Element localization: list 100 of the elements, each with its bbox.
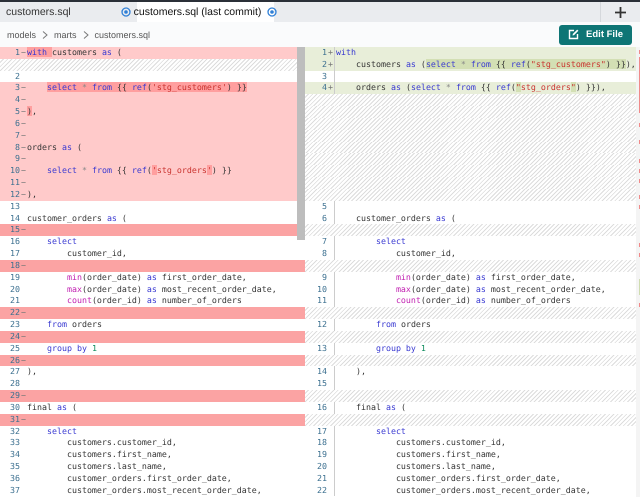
- line-number: 19: [316, 449, 327, 461]
- code-line: customer_orders as (: [27, 212, 127, 224]
- diff-sign: +: [328, 82, 333, 92]
- line-number: 4: [14, 94, 20, 106]
- line-number: 9: [14, 153, 20, 166]
- chevron-right-icon: [82, 30, 89, 38]
- breadcrumb-item[interactable]: marts: [54, 30, 77, 40]
- diff-sign: −: [21, 307, 26, 318]
- line-number: 17: [9, 248, 20, 260]
- code-line: customers.customer_id,: [394, 437, 506, 450]
- code-line: from orders: [374, 319, 431, 331]
- line-number: 1: [321, 47, 327, 59]
- diff-sign: −: [21, 94, 26, 104]
- line-number: 21: [9, 295, 20, 308]
- diff-sign: −: [21, 330, 26, 341]
- line-number: 35: [9, 460, 20, 473]
- line-number: 1: [14, 47, 20, 59]
- line-number: 28: [9, 378, 20, 390]
- line-number: 3: [14, 82, 20, 94]
- line-number: 7: [321, 236, 327, 248]
- diff-sign: −: [21, 414, 26, 424]
- line-number: 16: [316, 402, 327, 414]
- code-line: ),: [27, 188, 37, 201]
- line-number: 20: [9, 284, 20, 296]
- breadcrumb-item[interactable]: customers.sql: [94, 30, 150, 40]
- line-number: 10: [9, 165, 20, 178]
- code-line: customer_id,: [394, 248, 456, 260]
- line-number: 11: [9, 177, 20, 189]
- diff-sign: −: [21, 165, 26, 176]
- line-number: 8: [321, 248, 327, 260]
- line-number: 2: [14, 70, 20, 82]
- line-number: 3: [321, 70, 327, 82]
- line-number: 34: [9, 449, 20, 461]
- line-number: 10: [316, 284, 327, 296]
- code-line: customer_orders.most_recent_order_date,: [394, 484, 591, 496]
- diff-sign: −: [21, 142, 26, 152]
- diff-sign: +: [328, 58, 333, 69]
- line-number: 12: [9, 188, 20, 201]
- line-number: 6: [321, 212, 327, 224]
- code-line: customers as (select * from {{ ref("stg_customers") }}),: [354, 58, 636, 71]
- code-line: customer_orders as (: [354, 212, 456, 224]
- code-line: orders as (: [27, 142, 82, 154]
- diff-sign: −: [21, 118, 26, 128]
- line-number: 21: [316, 472, 327, 485]
- line-number: 15: [316, 378, 327, 390]
- code-line: select: [46, 426, 77, 438]
- line-number: 24: [9, 330, 20, 343]
- line-number: 14: [316, 366, 327, 378]
- line-number: 2: [321, 58, 327, 71]
- line-number: 18: [9, 260, 20, 272]
- breadcrumb-item[interactable]: models: [7, 30, 36, 40]
- code-line: select: [374, 426, 406, 438]
- code-line: select: [46, 236, 77, 248]
- plus-icon: [615, 6, 626, 18]
- line-number: 18: [316, 437, 327, 450]
- line-number: 20: [316, 460, 327, 473]
- line-number: 32: [9, 426, 20, 438]
- code-line: from orders: [46, 319, 102, 331]
- chevron-right-icon: [42, 30, 48, 38]
- line-number: 6: [14, 118, 20, 130]
- scrollbar-thumb[interactable]: [297, 47, 305, 240]
- line-number: 26: [9, 354, 20, 366]
- line-number: 13: [316, 342, 327, 355]
- diff-sign: −: [21, 47, 26, 57]
- code-line: final as (: [27, 402, 77, 414]
- diff-sign: −: [21, 188, 26, 199]
- line-number: 23: [9, 319, 20, 331]
- code-line: group by 1: [46, 342, 97, 355]
- line-number: 22: [9, 307, 20, 320]
- code-line: count(order_id) as number_of_orders: [394, 295, 571, 308]
- diff-sign: +: [328, 47, 333, 57]
- line-number: 31: [9, 414, 20, 426]
- code-line: select * from {{ ref('stg_customers') }}: [46, 82, 247, 94]
- diff-sign: −: [21, 153, 26, 164]
- line-number: 8: [14, 142, 20, 154]
- edit-file-button[interactable]: Edit File: [559, 24, 632, 44]
- diff-sign: −: [21, 390, 26, 400]
- line-number: 15: [9, 224, 20, 236]
- line-number: 13: [9, 200, 20, 213]
- line-number: 16: [9, 236, 20, 248]
- code-line: ),: [27, 106, 37, 118]
- code-line: min(order_date) as first_order_date,: [66, 272, 247, 284]
- code-line: customer_orders.most_recent_order_date,: [66, 484, 262, 496]
- code-line: customers.first_name,: [394, 449, 501, 461]
- line-number: 19: [9, 272, 20, 284]
- diff-sign: −: [21, 82, 26, 92]
- line-number: 37: [9, 484, 20, 496]
- code-line: ),: [354, 366, 366, 378]
- line-number: 4: [321, 82, 327, 94]
- code-line: orders as (select * from {{ ref("stg_orders") }}),: [354, 82, 606, 94]
- edit-icon: [568, 29, 580, 40]
- dot-circle-icon: [121, 7, 131, 17]
- code-line: customer_orders.first_order_date,: [66, 472, 232, 485]
- line-number: 33: [9, 437, 20, 450]
- code-line: group by 1: [374, 342, 426, 355]
- code-line: max(order_date) as most_recent_order_date,: [66, 284, 277, 296]
- line-number: 17: [316, 426, 327, 438]
- line-number: 12: [316, 319, 327, 331]
- line-number: 11: [316, 295, 327, 308]
- diff-sign: −: [21, 130, 26, 140]
